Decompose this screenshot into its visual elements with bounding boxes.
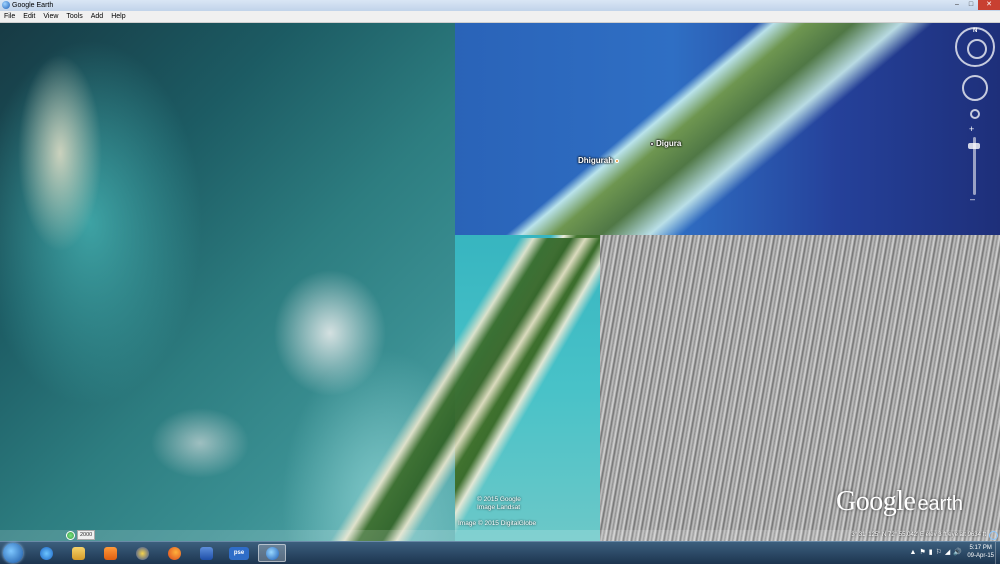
window-controls: – □ ✕ [950,0,1000,11]
zoom-in-button[interactable]: + [969,125,974,134]
place-name[interactable]: Dhigurah [578,156,613,165]
satellite-imagery-left [0,23,455,541]
menu-add[interactable]: Add [87,11,107,22]
system-tray: ▲ ⚑ ▮ ⚐ ◢ 🔊 [910,546,962,560]
show-desktop-button[interactable] [995,542,1000,564]
place-label-dhigurah[interactable]: Dhigurah [578,156,620,165]
folder-icon [71,546,85,560]
street-view-icon[interactable] [970,109,980,119]
satellite-imagery-top-right [455,23,1000,235]
logo-word-google: Google [836,486,916,517]
action-center-icon[interactable]: ⚑ [919,546,925,560]
taskbar-google-earth[interactable] [258,544,286,562]
north-indicator[interactable]: N [973,28,977,34]
zoom-out-button[interactable]: – [970,195,975,204]
taskbar-app[interactable] [129,544,155,562]
system-clock[interactable]: 5:17 PM 09-Apr-15 [967,544,994,560]
status-bar: 3° 31' 125" N 72° 55.042' E elev 3 ft ey… [0,530,1000,541]
word-icon [199,546,213,560]
window-title: Google Earth [12,2,54,9]
place-label-digura[interactable]: Digura [650,139,681,148]
look-joystick-icon[interactable] [962,75,988,101]
clock-time: 5:17 PM [969,545,992,551]
taskbar-internet-explorer[interactable] [33,544,59,562]
taskbar-firefox[interactable] [161,544,187,562]
app-icon [135,546,149,560]
streaming-icon [989,531,998,540]
zoom-slider-handle[interactable] [968,143,980,149]
attribution-digitalglobe: Image © 2015 DigitalGlobe [458,520,537,527]
flag-icon[interactable]: ⚐ [936,546,942,560]
taskbar-windows-explorer[interactable] [65,544,91,562]
title-bar: Google Earth – □ ✕ [0,0,1000,11]
volume-icon[interactable]: 🔊 [953,546,962,560]
menu-bar: File Edit View Tools Add Help [0,11,1000,23]
battery-icon[interactable]: ▮ [929,546,933,560]
menu-edit[interactable]: Edit [19,11,39,22]
compass-icon[interactable]: N [955,27,995,67]
taskbar: pse ▲ ⚑ ▮ ⚐ ◢ 🔊 5:17 PM 09-Apr-15 [0,541,1000,564]
show-hidden-icons-icon[interactable]: ▲ [910,546,917,560]
menu-help[interactable]: Help [107,11,129,22]
google-earth-icon [265,546,279,560]
google-earth-icon [2,1,10,9]
maximize-button[interactable]: □ [964,0,978,10]
menu-view[interactable]: View [39,11,62,22]
navigation-controls: N + – [955,27,995,207]
pse-icon: pse [229,546,249,560]
taskbar-pse[interactable]: pse [225,544,253,562]
map-viewport[interactable]: Dhigurah Digura N + – © 2015 Google Imag… [0,23,1000,541]
place-marker-icon[interactable] [615,158,620,163]
google-earth-logo: Google earth [836,486,963,518]
media-player-icon [103,546,117,560]
logo-word-earth: earth [917,493,964,515]
place-marker-icon[interactable] [650,141,654,146]
attribution-google: © 2015 Google [477,496,521,503]
menu-file[interactable]: File [0,11,19,22]
place-name[interactable]: Digura [656,139,681,148]
coordinates-readout: 3° 31' 125" N 72° 55.042' E elev 3 ft ey… [851,532,986,538]
clock-date: 09-Apr-15 [967,553,994,559]
taskbar-word[interactable] [193,544,219,562]
menu-tools[interactable]: Tools [62,11,86,22]
close-button[interactable]: ✕ [978,0,1000,10]
network-icon[interactable]: ◢ [945,546,950,560]
firefox-icon [167,546,181,560]
internet-explorer-icon [39,546,53,560]
start-button[interactable] [3,543,23,563]
minimize-button[interactable]: – [950,0,964,10]
attribution-landsat: Image Landsat [477,504,521,511]
taskbar-media-player[interactable] [97,544,123,562]
